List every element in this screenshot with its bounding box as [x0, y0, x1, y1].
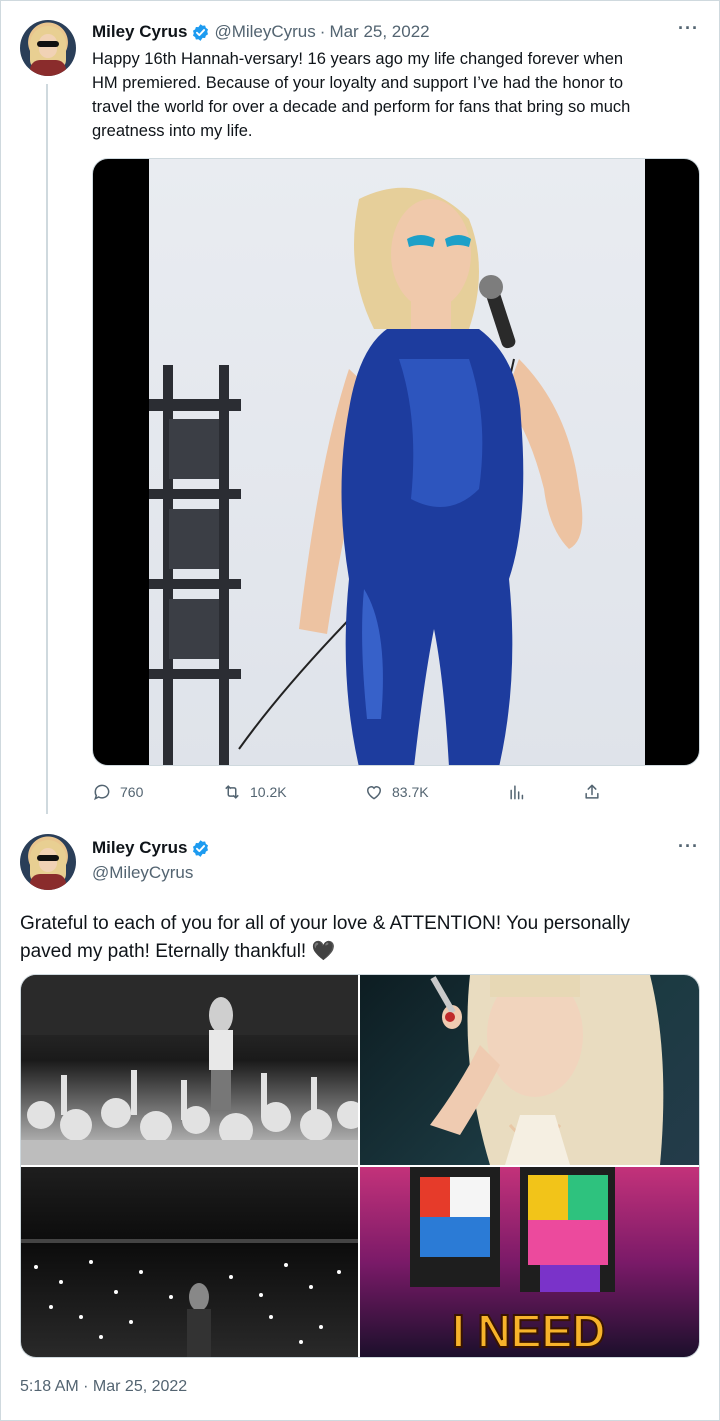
photo-crowd[interactable]: [21, 975, 358, 1165]
lights-illustration: [21, 1239, 358, 1357]
display-name[interactable]: Miley Cyrus: [92, 838, 187, 858]
display-name[interactable]: Miley Cyrus: [92, 22, 187, 42]
retweet-button[interactable]: 10.2K: [222, 782, 287, 802]
tweet-text-line: Grateful to each of you for all of your …: [20, 913, 631, 934]
tweet-header: Miley Cyrus @MileyCyrus · Mar 25, 2022: [92, 22, 430, 42]
tweet-header: Miley Cyrus: [92, 838, 210, 858]
reply-button[interactable]: 760: [92, 782, 143, 802]
poster-text: I NEED: [452, 1305, 605, 1357]
like-button[interactable]: 83.7K: [364, 782, 429, 802]
poster-illustration: I NEED: [410, 1167, 615, 1357]
share-icon: [585, 784, 599, 799]
crowd-illustration: [21, 975, 358, 1165]
tweet-text-line: HM premiered. Because of your loyalty an…: [92, 74, 624, 92]
tweet-text: Grateful to each of you for all of your …: [20, 910, 630, 966]
retweet-count: 10.2K: [250, 784, 287, 800]
tweet-date[interactable]: Mar 25, 2022: [329, 22, 429, 42]
tweet-text: Happy 16th Hannah-versary! 16 years ago …: [92, 47, 630, 143]
photo-makeup[interactable]: [360, 975, 699, 1165]
user-handle[interactable]: @MileyCyrus: [92, 863, 193, 883]
tweet-text-line: Happy 16th Hannah-versary! 16 years ago …: [92, 50, 624, 68]
photo-grid: I NEED: [20, 974, 700, 1358]
tweet-text-line: paved my path! Eternally thankful! 🖤: [20, 941, 336, 962]
like-count: 83.7K: [392, 784, 429, 800]
photo-concert-lights[interactable]: [21, 1167, 358, 1357]
thread-connector-line: [46, 84, 48, 814]
makeup-illustration: [430, 975, 664, 1165]
tweet-video[interactable]: [92, 158, 700, 766]
reply-count: 760: [120, 784, 144, 800]
photo-i-need-poster[interactable]: I NEED: [360, 1167, 699, 1357]
tweet-timestamp[interactable]: 5:18 AM · Mar 25, 2022: [20, 1378, 187, 1396]
share-button[interactable]: [582, 782, 602, 802]
video-still: [149, 159, 645, 765]
user-handle[interactable]: @MileyCyrus: [214, 22, 315, 42]
reply-icon: [94, 784, 110, 801]
verified-badge-icon: [193, 23, 209, 41]
verified-badge-icon: [193, 839, 209, 857]
performer-illustration: [149, 187, 583, 765]
tweet-text-line: travel the world for over a decade and p…: [92, 98, 631, 116]
retweet-icon: [225, 785, 239, 799]
analytics-icon: [510, 785, 524, 800]
avatar[interactable]: [20, 834, 76, 890]
separator-dot: ·: [319, 22, 326, 41]
views-button[interactable]: [507, 782, 527, 802]
more-options-icon[interactable]: ···: [678, 836, 699, 857]
heart-icon: [366, 786, 382, 800]
more-options-icon[interactable]: ···: [678, 18, 699, 39]
avatar[interactable]: [20, 20, 76, 76]
tweet-text-line: greatness into my life.: [92, 122, 253, 140]
tweet-actions: 760 10.2K 83.7K: [92, 782, 612, 806]
